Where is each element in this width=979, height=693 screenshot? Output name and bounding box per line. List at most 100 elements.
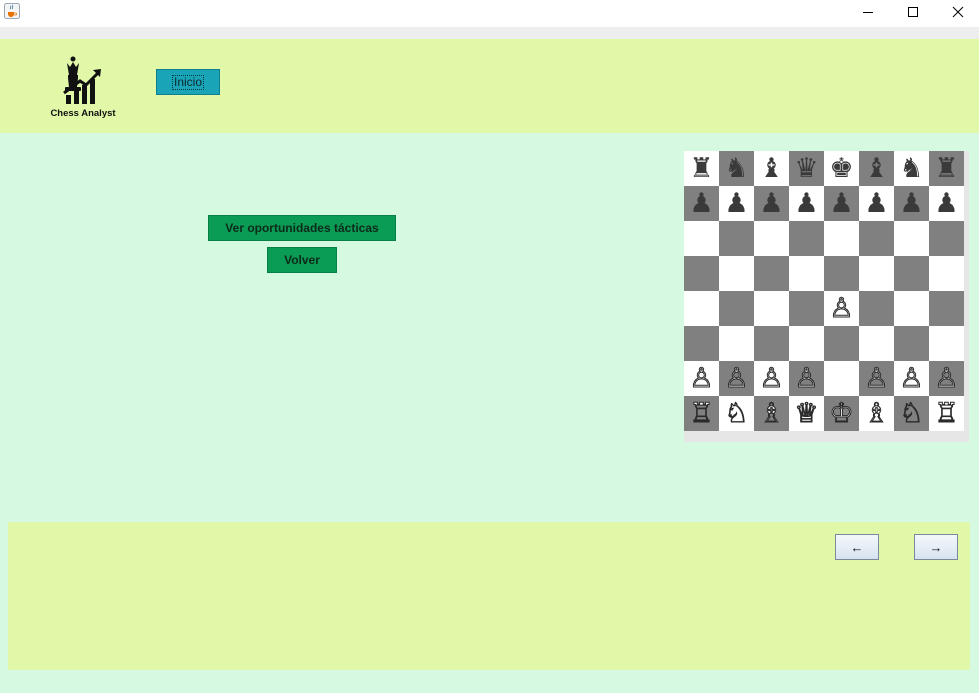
tactical-opportunities-button[interactable]: Ver oportunidades tácticas [208, 215, 396, 241]
square-h4[interactable] [929, 291, 964, 326]
white-piece[interactable]: ♕ [794, 396, 819, 431]
white-piece[interactable]: ♙ [899, 361, 924, 396]
white-piece[interactable]: ♙ [724, 361, 749, 396]
square-f3[interactable] [859, 326, 894, 361]
white-piece[interactable]: ♙ [759, 361, 784, 396]
square-f6[interactable] [859, 221, 894, 256]
square-e5[interactable] [824, 256, 859, 291]
close-icon[interactable] [935, 0, 979, 24]
white-piece[interactable]: ♘ [724, 396, 749, 431]
square-d4[interactable] [789, 291, 824, 326]
square-e2[interactable] [824, 361, 859, 396]
minimize-icon[interactable] [845, 0, 891, 24]
square-d8[interactable]: ♛ [789, 151, 824, 186]
square-g8[interactable]: ♞ [894, 151, 929, 186]
square-c5[interactable] [754, 256, 789, 291]
black-piece[interactable]: ♝ [864, 151, 888, 186]
square-c7[interactable]: ♟ [754, 186, 789, 221]
square-e8[interactable]: ♚ [824, 151, 859, 186]
chess-board[interactable]: ♜ ♞ ♝ ♛ ♚ ♝ ♞ ♜ ♟ ♟ ♟ ♟ ♟ ♟ ♟ ♟ ♙ ♙ ♙ ♙ ♙ ♙ ♙ ♙ ♖ ♘ ♗ ♕ ♔ ♗ ♘ ♖ [684, 151, 964, 431]
white-piece[interactable]: ♖ [689, 396, 714, 431]
square-b7[interactable]: ♟ [719, 186, 754, 221]
black-piece[interactable]: ♟ [794, 186, 818, 221]
square-a4[interactable] [684, 291, 719, 326]
square-d7[interactable]: ♟ [789, 186, 824, 221]
square-b2[interactable]: ♙ [719, 361, 754, 396]
black-piece[interactable]: ♟ [724, 186, 748, 221]
square-h5[interactable] [929, 256, 964, 291]
square-f1[interactable]: ♗ [859, 396, 894, 431]
back-button[interactable]: Volver [267, 247, 337, 273]
black-piece[interactable]: ♟ [899, 186, 923, 221]
square-d3[interactable] [789, 326, 824, 361]
square-c8[interactable]: ♝ [754, 151, 789, 186]
square-g3[interactable] [894, 326, 929, 361]
square-a3[interactable] [684, 326, 719, 361]
square-b1[interactable]: ♘ [719, 396, 754, 431]
square-h6[interactable] [929, 221, 964, 256]
black-piece[interactable]: ♟ [689, 186, 713, 221]
inicio-button[interactable]: Inicio [156, 69, 220, 95]
square-d1[interactable]: ♕ [789, 396, 824, 431]
square-h3[interactable] [929, 326, 964, 361]
square-g7[interactable]: ♟ [894, 186, 929, 221]
square-h1[interactable]: ♖ [929, 396, 964, 431]
square-g4[interactable] [894, 291, 929, 326]
square-a2[interactable]: ♙ [684, 361, 719, 396]
previous-move-button[interactable]: ← [835, 534, 879, 560]
square-e6[interactable] [824, 221, 859, 256]
white-piece[interactable]: ♗ [759, 396, 784, 431]
square-e7[interactable]: ♟ [824, 186, 859, 221]
black-piece[interactable]: ♟ [829, 186, 853, 221]
square-h8[interactable]: ♜ [929, 151, 964, 186]
square-d5[interactable] [789, 256, 824, 291]
square-a5[interactable] [684, 256, 719, 291]
square-f4[interactable] [859, 291, 894, 326]
black-piece[interactable]: ♝ [759, 151, 783, 186]
white-piece[interactable]: ♖ [934, 396, 959, 431]
square-f8[interactable]: ♝ [859, 151, 894, 186]
square-e4[interactable]: ♙ [824, 291, 859, 326]
black-piece[interactable]: ♟ [759, 186, 783, 221]
white-piece[interactable]: ♙ [829, 291, 854, 326]
black-piece[interactable]: ♟ [864, 186, 888, 221]
square-g2[interactable]: ♙ [894, 361, 929, 396]
black-piece[interactable]: ♞ [724, 151, 748, 186]
square-a1[interactable]: ♖ [684, 396, 719, 431]
black-piece[interactable]: ♚ [829, 151, 853, 186]
next-move-button[interactable]: → [914, 534, 958, 560]
white-piece[interactable]: ♗ [864, 396, 889, 431]
white-piece[interactable]: ♙ [794, 361, 819, 396]
square-e1[interactable]: ♔ [824, 396, 859, 431]
square-b4[interactable] [719, 291, 754, 326]
black-piece[interactable]: ♜ [934, 151, 958, 186]
black-piece[interactable]: ♜ [689, 151, 713, 186]
square-c4[interactable] [754, 291, 789, 326]
square-b6[interactable] [719, 221, 754, 256]
square-c3[interactable] [754, 326, 789, 361]
square-c1[interactable]: ♗ [754, 396, 789, 431]
square-c6[interactable] [754, 221, 789, 256]
square-g1[interactable]: ♘ [894, 396, 929, 431]
white-piece[interactable]: ♔ [829, 396, 854, 431]
square-b3[interactable] [719, 326, 754, 361]
square-a7[interactable]: ♟ [684, 186, 719, 221]
square-f5[interactable] [859, 256, 894, 291]
square-f7[interactable]: ♟ [859, 186, 894, 221]
black-piece[interactable]: ♟ [934, 186, 958, 221]
black-piece[interactable]: ♛ [794, 151, 818, 186]
white-piece[interactable]: ♙ [934, 361, 959, 396]
white-piece[interactable]: ♙ [864, 361, 889, 396]
square-h7[interactable]: ♟ [929, 186, 964, 221]
maximize-icon[interactable] [890, 0, 936, 24]
square-g6[interactable] [894, 221, 929, 256]
square-a8[interactable]: ♜ [684, 151, 719, 186]
square-a6[interactable] [684, 221, 719, 256]
black-piece[interactable]: ♞ [899, 151, 923, 186]
square-b8[interactable]: ♞ [719, 151, 754, 186]
square-d2[interactable]: ♙ [789, 361, 824, 396]
square-b5[interactable] [719, 256, 754, 291]
square-h2[interactable]: ♙ [929, 361, 964, 396]
white-piece[interactable]: ♘ [899, 396, 924, 431]
square-g5[interactable] [894, 256, 929, 291]
